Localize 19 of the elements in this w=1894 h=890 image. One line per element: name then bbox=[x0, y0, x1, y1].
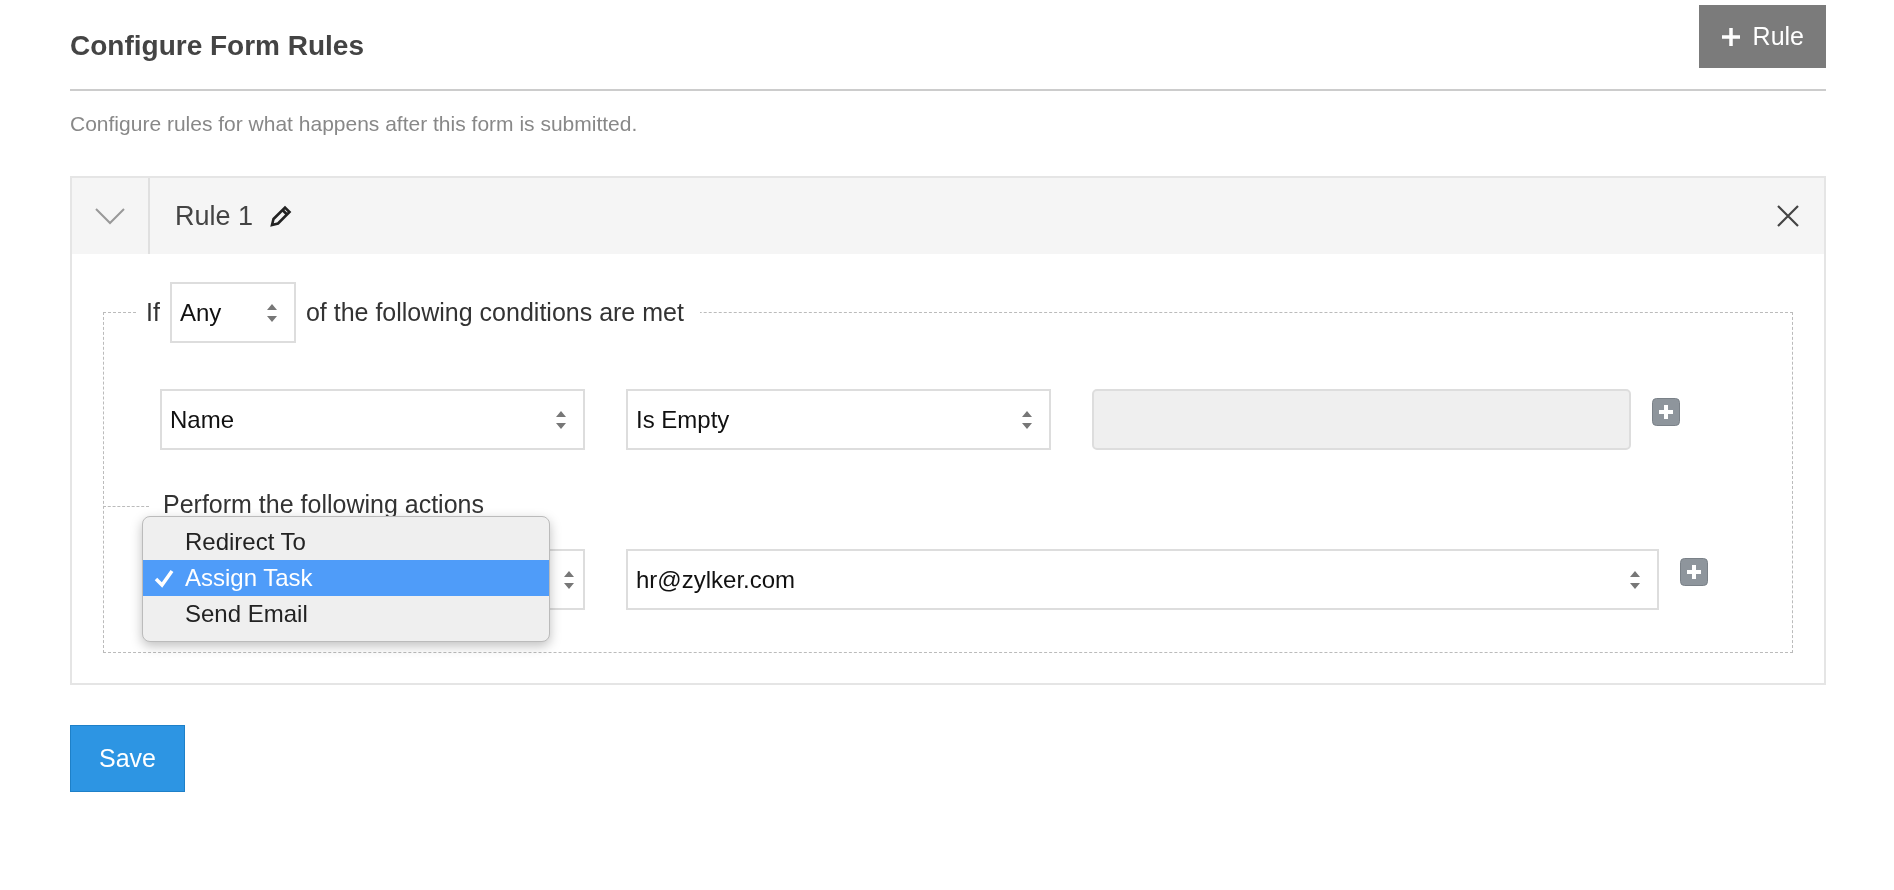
field-select[interactable]: Name bbox=[160, 389, 585, 450]
operator-select[interactable]: Is Empty bbox=[626, 389, 1051, 450]
plus-icon bbox=[1720, 26, 1741, 47]
add-icon[interactable] bbox=[1680, 558, 1708, 586]
condition-prefix: If bbox=[146, 298, 160, 327]
checkmark-icon bbox=[154, 568, 174, 588]
pencil-icon[interactable] bbox=[269, 204, 294, 228]
menu-option[interactable]: Send Email bbox=[143, 596, 549, 632]
condition-text: of the following conditions are met bbox=[305, 298, 684, 327]
menu-option[interactable]: Redirect To bbox=[143, 524, 549, 560]
page-description: Configure rules for what happens after this form is submitted. bbox=[70, 112, 639, 136]
page-title: Configure Form Rules bbox=[70, 28, 364, 62]
match-select[interactable]: Any bbox=[169, 282, 296, 343]
rule-name: Rule 1 bbox=[175, 200, 254, 232]
add-rule-button[interactable]: Rule bbox=[1698, 5, 1826, 68]
close-icon[interactable] bbox=[1776, 204, 1800, 228]
recipient-select[interactable]: hr@zylker.com bbox=[626, 549, 1659, 610]
actions-heading: Perform the following actions bbox=[163, 490, 484, 519]
add-icon[interactable] bbox=[1652, 398, 1680, 426]
